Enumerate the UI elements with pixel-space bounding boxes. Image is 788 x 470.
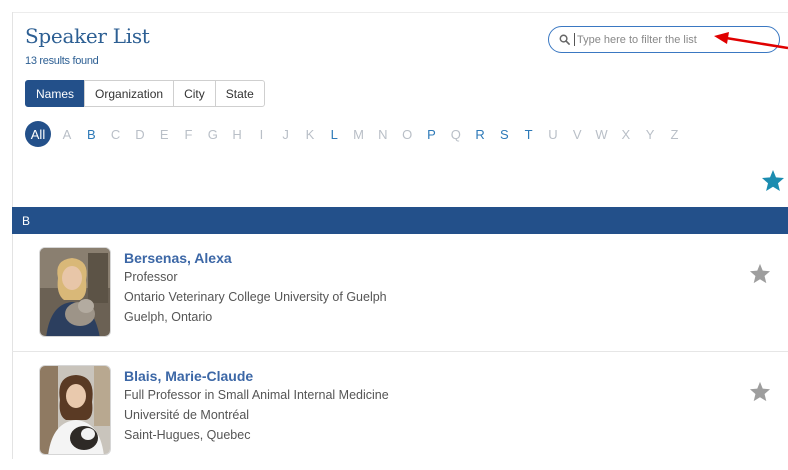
letter-j[interactable]: J: [276, 127, 296, 142]
top-border: [12, 12, 788, 13]
letter-q[interactable]: Q: [446, 127, 466, 142]
letter-v[interactable]: V: [567, 127, 587, 142]
filter-tabs: Names Organization City State: [25, 80, 265, 107]
letter-l[interactable]: L: [324, 127, 344, 142]
letter-s[interactable]: S: [494, 127, 514, 142]
letter-o[interactable]: O: [397, 127, 417, 142]
section-header-b: B: [12, 207, 788, 234]
letter-w[interactable]: W: [592, 127, 612, 142]
speaker-location: Saint-Hugues, Quebec: [124, 428, 251, 442]
letter-z[interactable]: Z: [664, 127, 684, 142]
speaker-organization: Ontario Veterinary College University of…: [124, 290, 387, 304]
speaker-card: Bersenas, Alexa Professor Ontario Veteri…: [12, 234, 788, 352]
star-icon[interactable]: [749, 263, 771, 284]
letter-b[interactable]: B: [81, 127, 101, 142]
results-count: 13 results found: [25, 55, 99, 67]
letter-d[interactable]: D: [130, 127, 150, 142]
star-icon[interactable]: [749, 381, 771, 402]
speaker-title: Professor: [124, 270, 178, 284]
letter-f[interactable]: F: [178, 127, 198, 142]
speaker-name[interactable]: Blais, Marie-Claude: [124, 368, 253, 384]
letter-k[interactable]: K: [300, 127, 320, 142]
letter-y[interactable]: Y: [640, 127, 660, 142]
speaker-name[interactable]: Bersenas, Alexa: [124, 250, 232, 266]
search-icon: [559, 34, 570, 45]
letter-c[interactable]: C: [106, 127, 126, 142]
speaker-location: Guelph, Ontario: [124, 310, 213, 324]
letter-h[interactable]: H: [227, 127, 247, 142]
speaker-title: Full Professor in Small Animal Internal …: [124, 388, 389, 402]
letter-g[interactable]: G: [203, 127, 223, 142]
speaker-photo[interactable]: [39, 365, 111, 455]
annotation-arrow-icon: [714, 32, 788, 50]
favorites-star-icon[interactable]: [761, 169, 785, 192]
speaker-organization: Université de Montréal: [124, 408, 250, 422]
letter-e[interactable]: E: [154, 127, 174, 142]
letter-all[interactable]: All: [25, 121, 51, 147]
letter-x[interactable]: X: [616, 127, 636, 142]
tab-city[interactable]: City: [173, 80, 216, 107]
letter-a[interactable]: A: [57, 127, 77, 142]
letter-i[interactable]: I: [251, 127, 271, 142]
tab-organization[interactable]: Organization: [84, 80, 175, 107]
letter-n[interactable]: N: [373, 127, 393, 142]
tab-state[interactable]: State: [214, 80, 265, 107]
page-title: Speaker List: [25, 24, 150, 48]
letter-m[interactable]: M: [349, 127, 369, 142]
speaker-card: Blais, Marie-Claude Full Professor in Sm…: [12, 352, 788, 470]
speaker-photo[interactable]: [39, 247, 111, 337]
tab-names[interactable]: Names: [25, 80, 86, 107]
alphabet-filter: All A B C D E F G H I J K L M N O P Q R …: [25, 121, 689, 147]
letter-p[interactable]: P: [421, 127, 441, 142]
letter-u[interactable]: U: [543, 127, 563, 142]
letter-t[interactable]: T: [519, 127, 539, 142]
letter-r[interactable]: R: [470, 127, 490, 142]
